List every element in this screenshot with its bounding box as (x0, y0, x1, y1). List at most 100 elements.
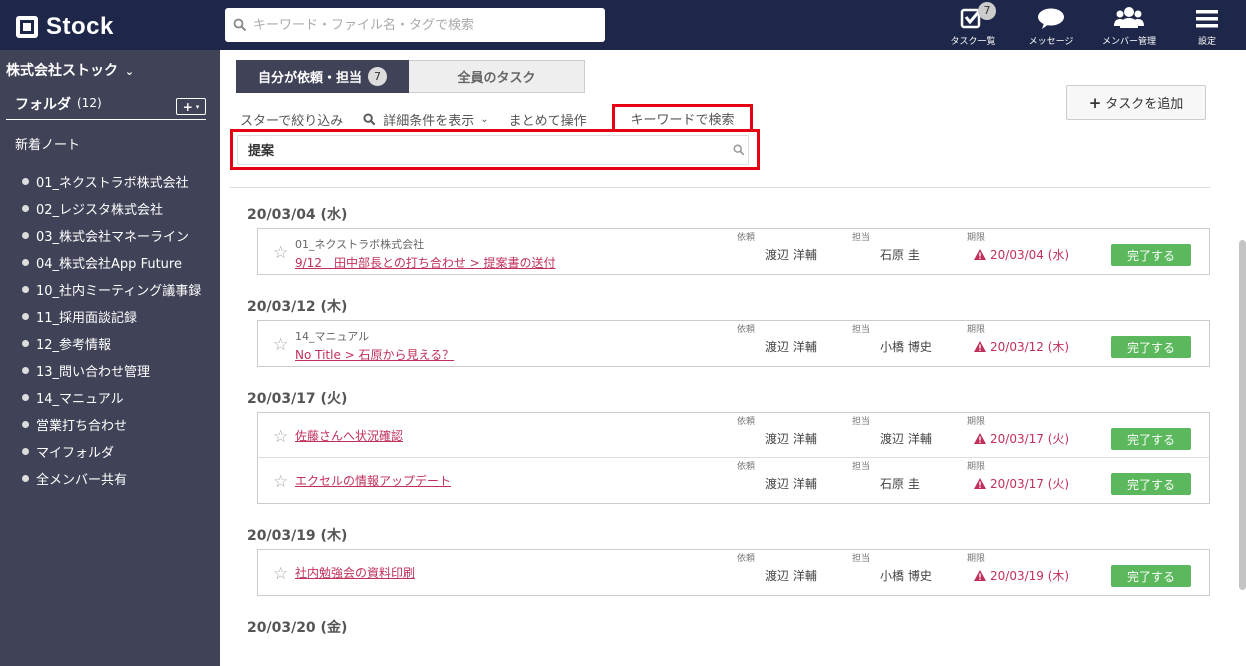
sidebar: 株式会社ストック ⌄ フォルダ (12) + ▾ 新着ノート 01_ネクストラボ株… (0, 50, 220, 666)
star-icon[interactable]: ☆ (273, 335, 288, 355)
complete-button[interactable]: 完了する (1111, 565, 1191, 587)
assignee-name: 石原 圭 (880, 477, 920, 491)
bullet-icon (22, 340, 29, 347)
assignee-label: 担当 (852, 325, 871, 335)
bullet-icon (22, 259, 29, 266)
folder-item-label: 全メンバー共有 (36, 473, 128, 488)
group-date: 20/03/20 (金) (247, 620, 348, 636)
task-title-link[interactable]: エクセルの情報アップデート (295, 472, 451, 489)
folder-item[interactable]: 12_参考情報 (22, 330, 201, 357)
bullet-icon (22, 394, 29, 401)
requester-label: 依頼 (737, 462, 756, 472)
folder-item-label: 10_社内ミーティング議事録 (36, 284, 202, 299)
nav-settings[interactable]: 設定 (1168, 0, 1246, 50)
global-search-input[interactable] (253, 17, 593, 33)
tab-mine-badge: 7 (368, 67, 387, 86)
folder-item-label: 営業打ち合わせ (36, 419, 128, 434)
warning-icon (974, 433, 986, 444)
nav-message[interactable]: メッセージ (1012, 0, 1090, 50)
keyword-search-button[interactable]: キーワードで検索 (612, 104, 753, 132)
date-group: 20/03/19 (木) ☆ 社内勉強会の資料印刷 依頼 渡辺 洋輔 担当 小橋… (247, 524, 1210, 596)
folder-item[interactable]: 03_株式会社マネーライン (22, 222, 201, 249)
task-title-link[interactable]: 9/12 田中部長との打ち合わせ > 提案書の送付 (295, 254, 556, 271)
company-selector[interactable]: 株式会社ストック ⌄ (6, 60, 134, 80)
new-notes-link[interactable]: 新着ノート (15, 134, 80, 153)
folder-item[interactable]: 13_問い合わせ管理 (22, 357, 201, 384)
folder-item[interactable]: 全メンバー共有 (22, 465, 201, 492)
deadline-date: 20/03/17 (火) (990, 477, 1070, 491)
folder-item[interactable]: 営業打ち合わせ (22, 411, 201, 438)
filter-detail-button[interactable]: 詳細条件を表示 ⌄ (363, 110, 489, 129)
add-folder-button[interactable]: + ▾ (176, 98, 206, 115)
task-tabs: 自分が依頼・担当 7 全員のタスク (236, 60, 585, 93)
caret-down-icon: ▾ (195, 102, 200, 111)
folder-item[interactable]: 14_マニュアル (22, 384, 201, 411)
task-list: 20/03/04 (水) ☆ 01_ネクストラボ株式会社 9/12 田中部長との… (247, 203, 1210, 641)
folder-count: (12) (77, 96, 102, 110)
star-icon[interactable]: ☆ (273, 427, 288, 447)
logo-mark-icon (16, 16, 38, 38)
deadline: 20/03/12 (木) (974, 338, 1069, 355)
scrollbar[interactable] (1239, 240, 1246, 590)
folder-item[interactable]: マイフォルダ (22, 438, 201, 465)
task-title-link[interactable]: 佐藤さんへ状況確認 (295, 427, 403, 444)
deadline-label: 期限 (967, 462, 986, 472)
folder-item-label: マイフォルダ (36, 446, 115, 461)
folder-header: フォルダ (12) + ▾ (6, 94, 206, 120)
star-icon[interactable]: ☆ (273, 243, 288, 263)
plus-icon: + (1088, 93, 1102, 112)
task-row: ☆ 社内勉強会の資料印刷 依頼 渡辺 洋輔 担当 小橋 博史 期限 20/03/… (258, 550, 1209, 595)
task-row: ☆ 14_マニュアル No Title > 石原から見える？ 依頼 渡辺 洋輔 … (258, 321, 1209, 366)
folder-item[interactable]: 11_採用面談記録 (22, 303, 201, 330)
deadline-date: 20/03/17 (火) (990, 432, 1070, 446)
complete-button[interactable]: 完了する (1111, 473, 1191, 495)
date-group: 20/03/12 (木) ☆ 14_マニュアル No Title > 石原から見… (247, 295, 1210, 367)
tab-mine-label: 自分が依頼・担当 (257, 71, 362, 86)
requester-name: 渡辺 洋輔 (765, 477, 817, 491)
folder-item-label: 01_ネクストラボ株式会社 (36, 176, 189, 191)
tab-all[interactable]: 全員のタスク (409, 60, 585, 93)
star-icon[interactable]: ☆ (273, 564, 288, 584)
filter-star-button[interactable]: スターで絞り込み (240, 110, 343, 129)
deadline: 20/03/17 (火) (974, 430, 1069, 447)
nav-task-list[interactable]: 7 タスク一覧 (934, 0, 1012, 50)
global-search[interactable] (225, 8, 605, 42)
warning-icon (974, 478, 986, 489)
tab-mine[interactable]: 自分が依頼・担当 7 (236, 60, 409, 93)
folder-item[interactable]: 10_社内ミーティング議事録 (22, 276, 201, 303)
folder-item[interactable]: 02_レジスタ株式会社 (22, 195, 201, 222)
nav-task-list-label: タスク一覧 (950, 37, 996, 47)
add-task-button[interactable]: + タスクを追加 (1066, 85, 1206, 120)
nav-message-label: メッセージ (1028, 37, 1074, 47)
bullet-icon (22, 178, 29, 185)
nav-members[interactable]: メンバー管理 (1090, 0, 1168, 50)
star-icon[interactable]: ☆ (273, 472, 288, 492)
warning-icon (974, 249, 986, 260)
complete-button[interactable]: 完了する (1111, 244, 1191, 266)
assignee-label: 担当 (852, 554, 871, 564)
search-icon[interactable] (733, 144, 745, 156)
task-row: ☆ エクセルの情報アップデート 依頼 渡辺 洋輔 担当 石原 圭 期限 20/0… (258, 458, 1209, 503)
deadline-date: 20/03/19 (木) (990, 569, 1070, 583)
task-title-link[interactable]: No Title > 石原から見える？ (295, 346, 454, 363)
deadline-date: 20/03/12 (木) (990, 340, 1070, 354)
folder-item[interactable]: 01_ネクストラボ株式会社 (22, 168, 201, 195)
keyword-search-input[interactable] (237, 134, 749, 165)
assignee-name: 小橋 博史 (880, 569, 932, 583)
filter-detail-label: 詳細条件を表示 (383, 114, 475, 129)
task-title-link[interactable]: 社内勉強会の資料印刷 (295, 564, 415, 581)
bullet-icon (22, 448, 29, 455)
top-nav: 7 タスク一覧 メッセージ メンバー管理 設定 (934, 0, 1246, 50)
bulk-action-button[interactable]: まとめて操作 (509, 110, 587, 129)
folder-item[interactable]: 04_株式会社App Future (22, 249, 201, 276)
bullet-icon (22, 313, 29, 320)
complete-button[interactable]: 完了する (1111, 428, 1191, 450)
bullet-icon (22, 475, 29, 482)
bullet-icon (22, 205, 29, 212)
deadline: 20/03/04 (水) (974, 246, 1069, 263)
complete-button[interactable]: 完了する (1111, 336, 1191, 358)
group-date: 20/03/12 (木) (247, 299, 348, 315)
assignee-name: 渡辺 洋輔 (880, 432, 932, 446)
stock-logo[interactable]: Stock (16, 13, 114, 41)
group-date: 20/03/17 (火) (247, 391, 348, 407)
